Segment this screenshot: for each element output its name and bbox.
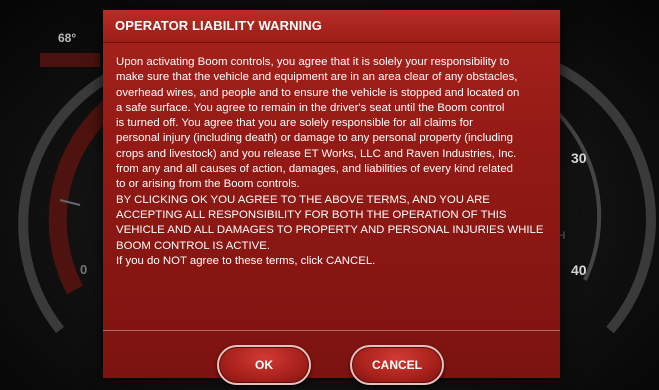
message-line: ACCEPTING ALL RESPONSIBILITY FOR BOTH TH… — [116, 208, 507, 221]
message-line: crops and livestock) and you release ET … — [116, 147, 517, 160]
speed-tick-40: 40 — [571, 262, 587, 278]
message-line: BOOM CONTROL IS ACTIVE. — [116, 239, 271, 252]
message-line: is turned off. You agree that you are so… — [116, 117, 473, 130]
dialog-message: Upon activating Boom controls, you agree… — [116, 55, 548, 269]
message-line: personal injury (including death) or dam… — [116, 132, 514, 145]
dialog-divider — [103, 330, 560, 331]
liability-warning-dialog: OPERATOR LIABILITY WARNING Upon activati… — [103, 10, 560, 385]
message-line: Upon activating Boom controls, you agree… — [116, 56, 510, 68]
speed-tick-30: 30 — [571, 150, 587, 166]
cancel-button[interactable]: CANCEL — [350, 345, 444, 385]
message-line: If you do NOT agree to these terms, clic… — [116, 254, 376, 267]
dialog-title: OPERATOR LIABILITY WARNING — [115, 18, 322, 33]
gauge-tick-0: 0 — [80, 262, 88, 277]
message-line: VEHICLE AND ALL DAMAGES TO PROPERTY AND … — [116, 224, 544, 237]
ok-button[interactable]: OK — [217, 345, 311, 385]
message-line: BY CLICKING OK YOU AGREE TO THE ABOVE TE… — [116, 193, 490, 206]
message-line: a safe surface. You agree to remain in t… — [116, 101, 505, 114]
temperature-readout: 68° — [58, 31, 77, 45]
message-line: overhead wires, and people and to ensure… — [116, 86, 520, 99]
message-line: to or arising from the Boom controls. — [116, 178, 300, 191]
message-line: make sure that the vehicle and equipment… — [116, 71, 518, 84]
dialog-header: OPERATOR LIABILITY WARNING — [103, 10, 560, 43]
message-line: from any and all causes of action, damag… — [116, 163, 513, 176]
